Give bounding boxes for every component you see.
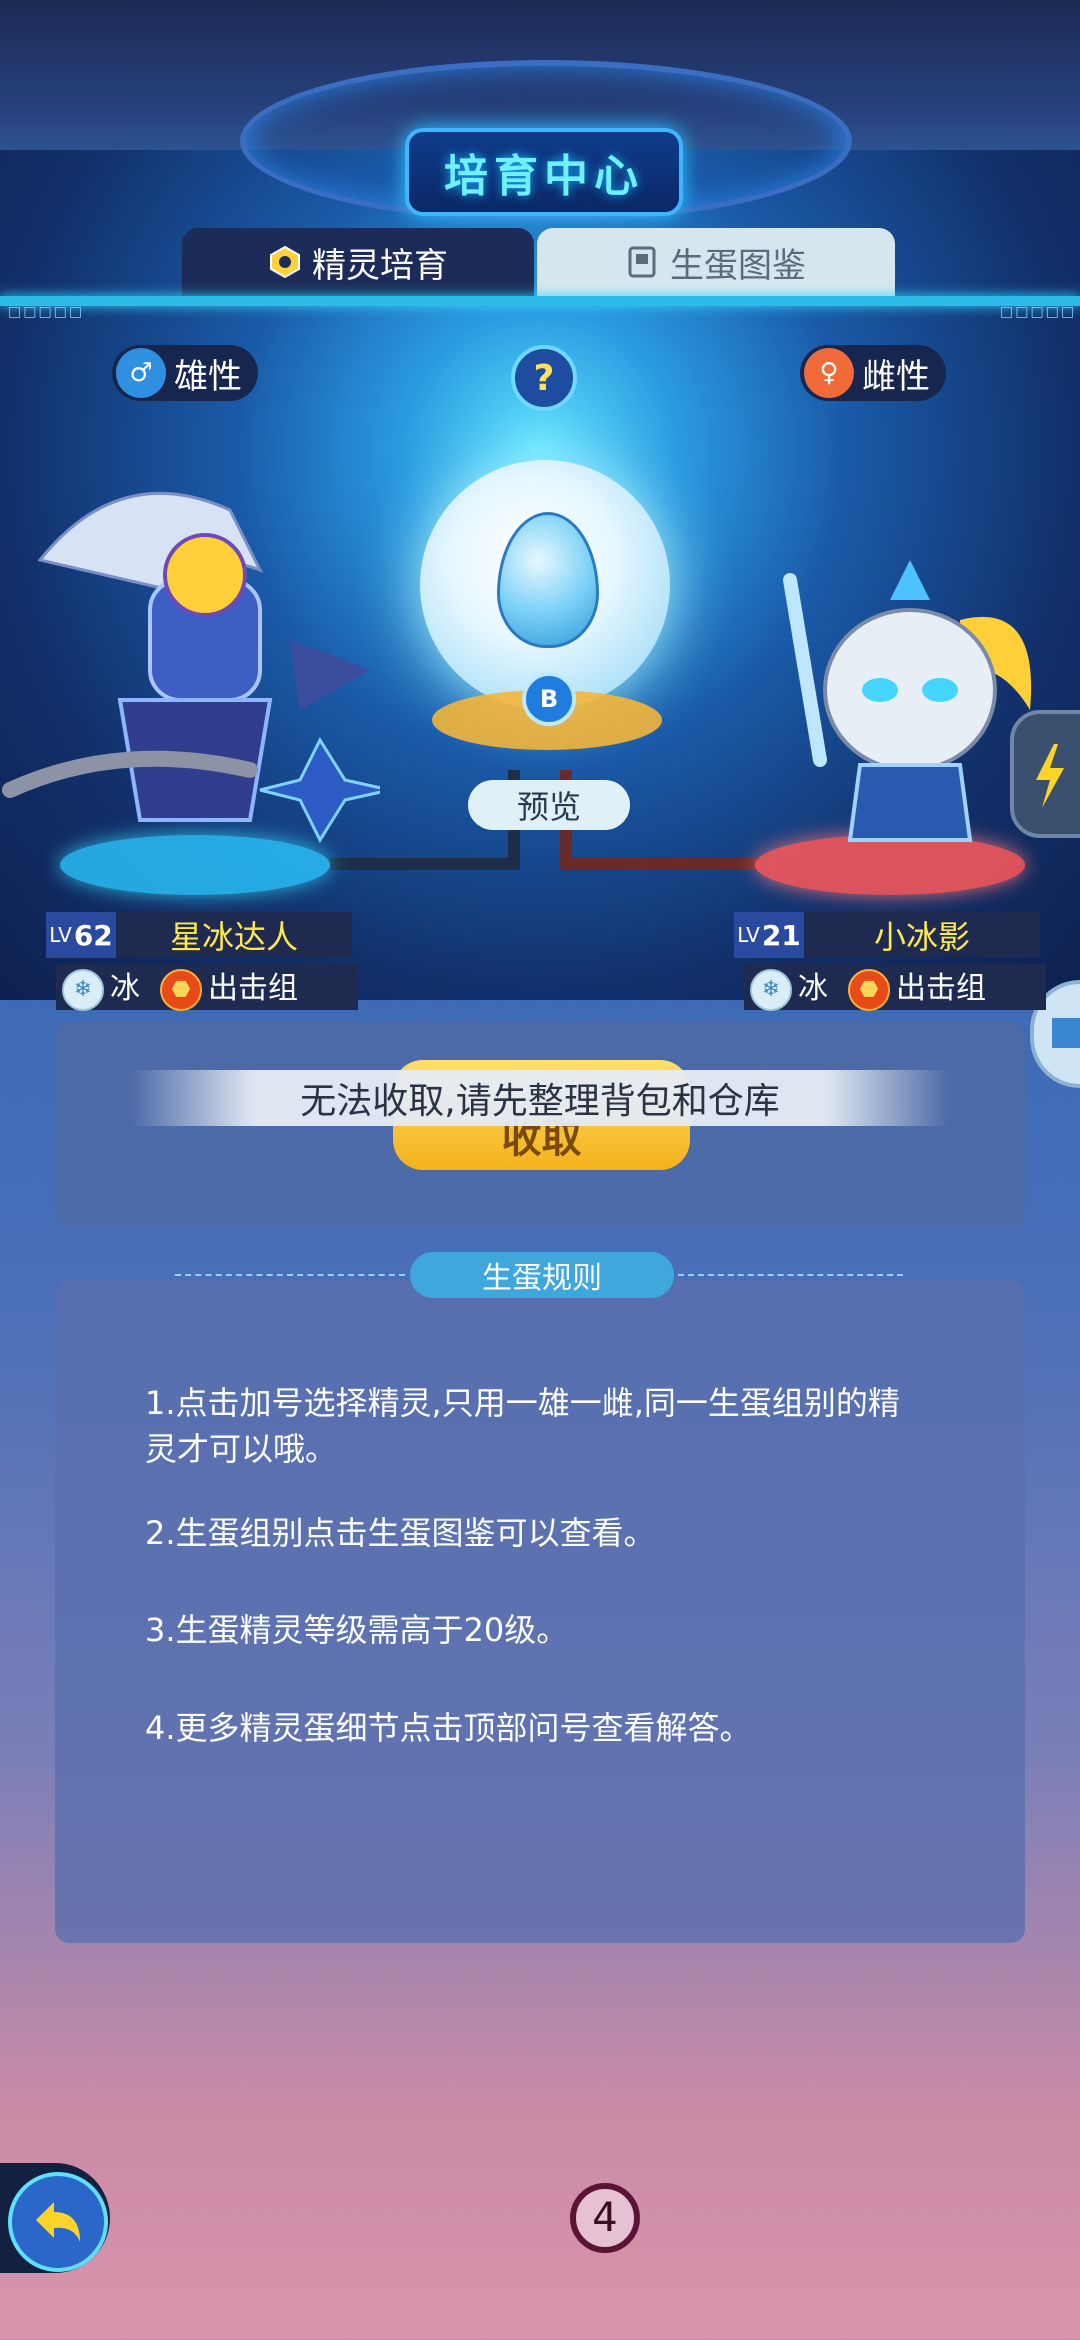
male-spirit-sprite[interactable] <box>0 440 391 900</box>
tab-label: 精灵培育 <box>312 245 448 286</box>
help-button[interactable]: ? <box>511 345 577 411</box>
male-level: 62 <box>73 918 113 952</box>
female-spirit-name: 小冰影 <box>873 918 970 956</box>
preview-button[interactable]: 预览 <box>468 780 630 830</box>
level-prefix: LV <box>49 923 72 947</box>
badge-letter: B <box>539 685 559 713</box>
male-element: 冰 <box>110 971 140 1007</box>
female-gender-text: 雌性 <box>862 356 930 397</box>
side-energy-button[interactable] <box>1010 710 1080 838</box>
attack-group-icon: ⬣ <box>160 968 202 1011</box>
male-group-tag: ⬣ 出击组 <box>160 963 298 1011</box>
rail-dots-right: □□□□□ <box>1000 304 1077 320</box>
tab-rail <box>0 296 1080 306</box>
female-icon: ♀ <box>804 348 854 398</box>
rule-item: 3.生蛋精灵等级需高于20级。 <box>145 1611 569 1649</box>
tab-label: 生蛋图鉴 <box>670 245 806 286</box>
female-info-plate: LV 21 小冰影 <box>734 912 1040 958</box>
back-arrow-icon <box>36 2202 80 2242</box>
title-plate: 培育中心 <box>405 128 683 216</box>
male-spirit-name: 星冰达人 <box>169 918 298 956</box>
hexagon-icon <box>268 245 302 279</box>
male-tags: ❄ 冰 ⬣ 出击组 <box>56 963 358 1011</box>
page-number: 4 <box>592 2195 618 2241</box>
rules-divider-right <box>678 1274 903 1276</box>
page-title: 培育中心 <box>444 151 644 202</box>
pipe-right <box>560 858 760 870</box>
rules-divider-left <box>175 1274 405 1276</box>
attack-group-icon: ⬣ <box>848 968 890 1011</box>
back-button[interactable] <box>8 2172 108 2272</box>
rules-title: 生蛋规则 <box>410 1252 674 1298</box>
male-info-plate: LV 62 星冰达人 <box>46 912 352 958</box>
female-level: 21 <box>761 918 801 952</box>
rule-item: 2.生蛋组别点击生蛋图鉴可以查看。 <box>145 1514 656 1552</box>
female-group-tag: ⬣ 出击组 <box>848 963 986 1011</box>
incubator-badge: B <box>522 672 576 726</box>
female-element: 冰 <box>798 971 828 1007</box>
question-icon: ? <box>533 357 555 399</box>
rules-title-text: 生蛋规则 <box>482 1261 602 1296</box>
level-prefix: LV <box>737 923 760 947</box>
female-level-badge: LV 21 <box>734 912 804 958</box>
preview-label: 预览 <box>516 788 581 826</box>
rule-item: 1.点击加号选择精灵,只用一雄一雌,同一生蛋组别的精灵才可以哦。 <box>145 1384 900 1468</box>
rule-item: 4.更多精灵蛋细节点击顶部问号查看解答。 <box>145 1709 752 1747</box>
male-icon: ♂ <box>116 348 166 398</box>
ice-element-icon: ❄ <box>750 968 792 1011</box>
male-element-tag: ❄ 冰 <box>62 963 140 1011</box>
female-group: 出击组 <box>896 971 986 1007</box>
tab-egg-catalog[interactable]: 生蛋图鉴 <box>537 228 895 296</box>
toast-message: 无法收取,请先整理背包和仓库 <box>130 1070 950 1126</box>
rail-dots-left: □□□□□ <box>8 304 85 320</box>
female-tags: ❄ 冰 ⬣ 出击组 <box>744 963 1046 1011</box>
page-indicator: 4 <box>570 2183 640 2253</box>
tab-spirit-breeding[interactable]: 精灵培育 <box>182 228 534 296</box>
male-gender-text: 雄性 <box>174 356 242 397</box>
book-icon <box>626 245 660 279</box>
ice-element-icon: ❄ <box>62 968 104 1011</box>
female-gender-label: ♀ 雌性 <box>800 345 946 401</box>
lightning-icon <box>1036 744 1064 808</box>
male-level-badge: LV 62 <box>46 912 116 958</box>
male-group: 出击组 <box>208 971 298 1007</box>
toast-text: 无法收取,请先整理背包和仓库 <box>300 1081 780 1122</box>
male-gender-label: ♂ 雄性 <box>112 345 258 401</box>
female-element-tag: ❄ 冰 <box>750 963 828 1011</box>
